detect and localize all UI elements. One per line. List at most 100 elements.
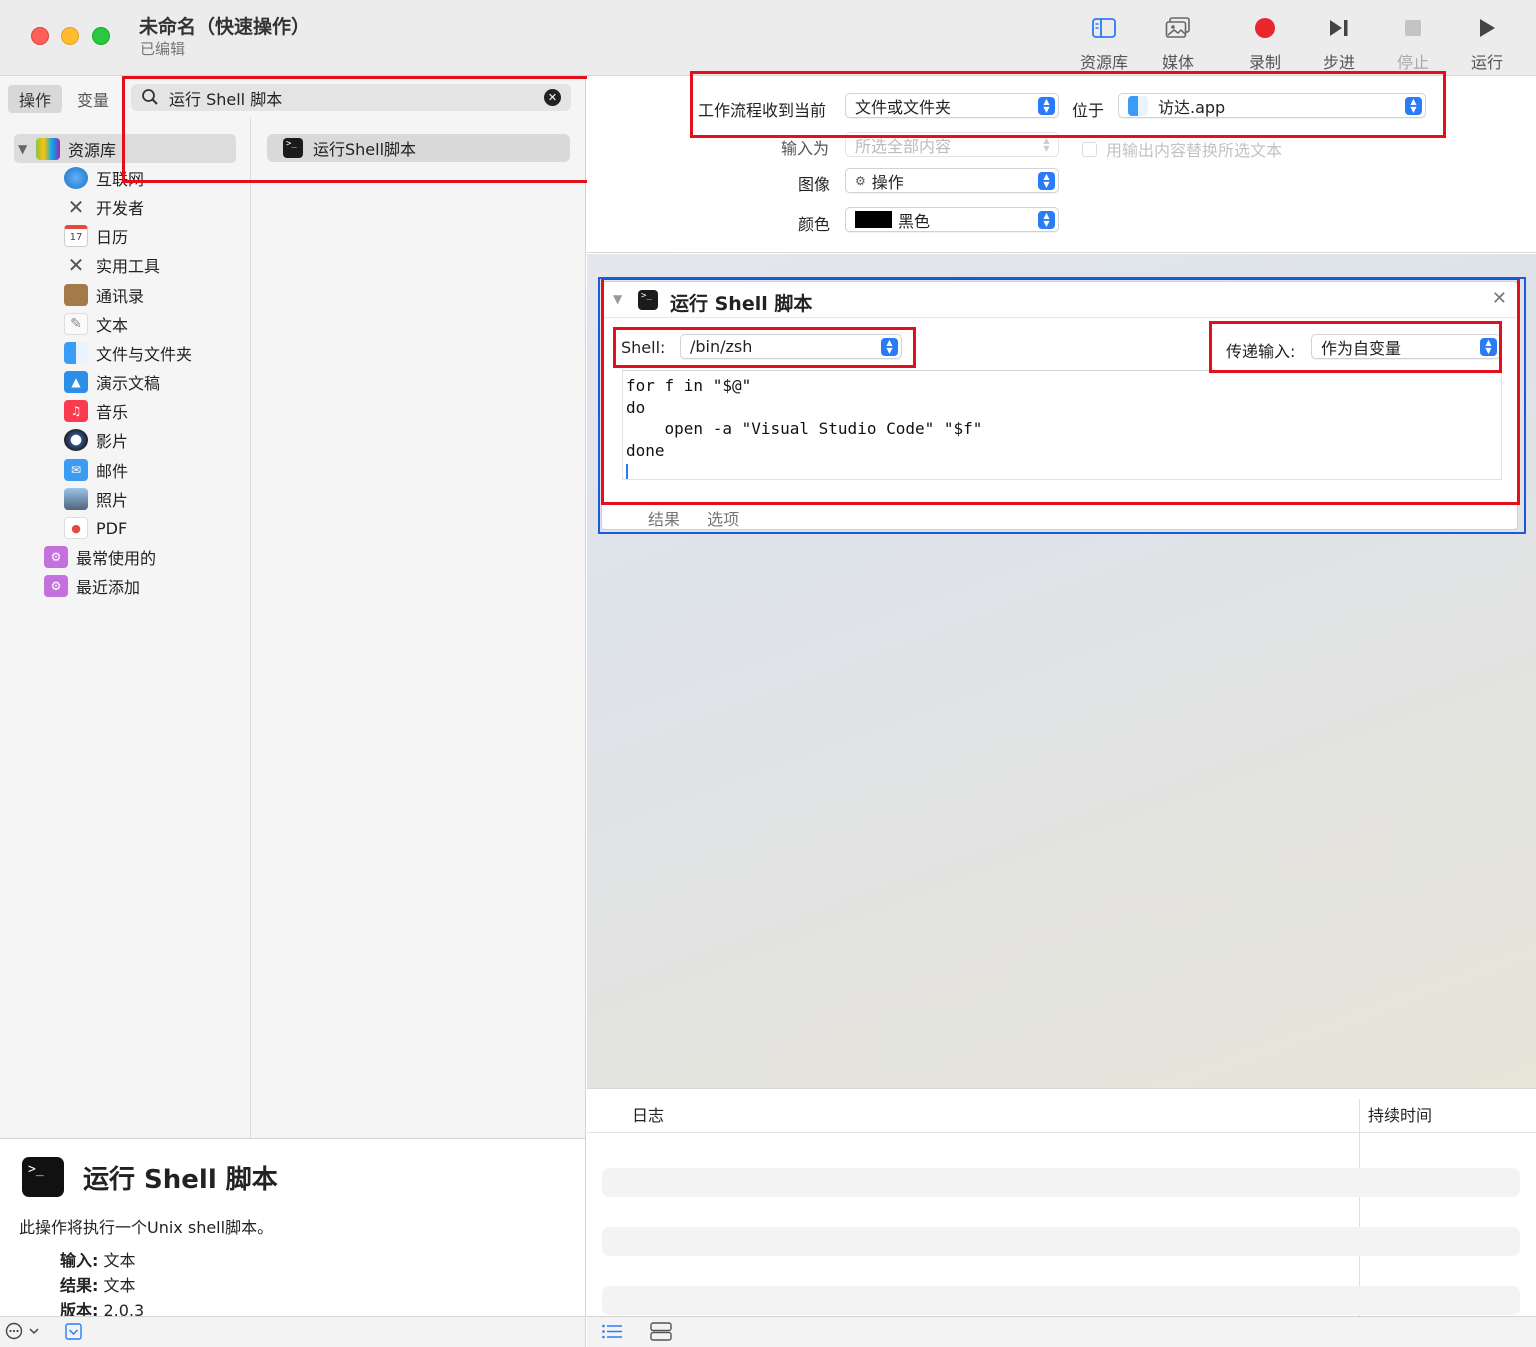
checkbox-box[interactable] [1082, 141, 1097, 157]
description-input-row: 输入: 文本 [60, 1247, 136, 1271]
workflow-settings: 工作流程收到当前 文件或文件夹 ▲ ▼ 位于 访达.app ▲ ▼ 输入为 所选全部… [587, 71, 1536, 253]
popup-arrows-icon: ▲ ▼ [1038, 172, 1055, 190]
popup-arrows-icon: ▲ ▼ [1480, 338, 1497, 356]
title-bar: 未命名（快速操作） 已编辑 资源库 媒体 录制 步进 停止 运行 [0, 0, 1536, 76]
library-item-presentations[interactable]: ▲ 演示文稿 [14, 368, 236, 397]
description-title: 运行 Shell 脚本 [83, 1165, 278, 1195]
library-item-calendar[interactable]: 17 日历 [14, 222, 236, 251]
library-item-label: 音乐 [96, 403, 129, 423]
search-input[interactable] [169, 86, 539, 109]
library-root-label: 资源库 [68, 140, 117, 160]
library-item-label: 文件与文件夹 [96, 344, 193, 364]
library-item-mail[interactable]: ✉ 邮件 [14, 455, 236, 484]
library-item-music[interactable]: ♫ 音乐 [14, 397, 236, 426]
clear-search-icon[interactable]: ✕ [544, 89, 561, 106]
color-label: 颜色 [798, 215, 831, 234]
library-item-developer[interactable]: ✕ 开发者 [14, 192, 236, 221]
globe-icon [64, 166, 88, 189]
shell-popup[interactable]: /bin/zsh ▲ ▼ [680, 334, 902, 359]
image-popup[interactable]: ⚙ 操作 ▲ ▼ [845, 168, 1059, 193]
photos-app-icon [64, 487, 88, 510]
description-text: 此操作将执行一个Unix shell脚本。 [19, 1218, 274, 1237]
library-item-photos[interactable]: 照片 [14, 484, 236, 513]
color-swatch [855, 211, 892, 228]
popup-arrows-icon: ▲ ▼ [1405, 97, 1422, 115]
library-item-movies[interactable]: 影片 [14, 426, 236, 455]
column-divider[interactable] [250, 118, 251, 1138]
pass-input-popup[interactable]: 作为自变量 ▲ ▼ [1311, 334, 1501, 359]
record-toolbar-button[interactable]: 录制 [1230, 10, 1300, 73]
pass-input-label: 传递输入: [1226, 342, 1296, 361]
window-subtitle: 已编辑 [140, 40, 186, 58]
receives-popup[interactable]: 文件或文件夹 ▲ ▼ [845, 93, 1059, 118]
library-item-files-folders[interactable]: 文件与文件夹 [14, 338, 236, 367]
window-title: 未命名（快速操作） [139, 16, 311, 38]
minimize-window-button[interactable] [61, 27, 79, 45]
sidebar-icon [1069, 10, 1139, 46]
log-header-divider [587, 1132, 1536, 1133]
library-item-utilities[interactable]: ✕ 实用工具 [14, 251, 236, 280]
list-view-icon[interactable] [601, 1323, 623, 1344]
description-result-row: 结果: 文本 [60, 1272, 136, 1296]
tab-options[interactable]: 选项 [707, 510, 739, 529]
zoom-window-button[interactable] [92, 27, 110, 45]
action-item-run-shell-script[interactable]: >_ 运行Shell脚本 [267, 134, 570, 162]
more-options-icon[interactable] [5, 1322, 43, 1344]
chevron-down-icon[interactable]: ▼ [18, 142, 36, 156]
replace-output-checkbox[interactable]: 用输出内容替换所选文本 [1082, 137, 1282, 161]
image-value: 操作 [871, 172, 904, 192]
library-item-contacts[interactable]: 通讯录 [14, 280, 236, 309]
library-item-label: 邮件 [96, 461, 129, 481]
library-item-label: 通讯录 [96, 286, 145, 306]
library-list: ▼ 资源库 互联网 ✕ 开发者 17 日历 ✕ 实用工具 通讯录 ✎ 文本 文件与文件夹… [14, 134, 236, 601]
run-toolbar-button[interactable]: 运行 [1452, 10, 1522, 73]
action-footer-tabs: 结果 选项 [648, 506, 761, 530]
script-editor[interactable]: for f in "$@" do open -a "Visual Studio … [622, 370, 1502, 480]
collapse-chevron-icon[interactable]: ▼ [613, 292, 622, 306]
library-item-internet[interactable]: 互联网 [14, 163, 236, 192]
workflow-canvas[interactable]: ▼ >_ 运行 Shell 脚本 ✕ Shell: /bin/zsh ▲ ▼ 传递… [587, 254, 1536, 1088]
terminal-large-icon: >_ [22, 1157, 64, 1197]
library-item-label: 实用工具 [96, 257, 161, 277]
log-row [602, 1227, 1520, 1256]
pass-input-value: 作为自变量 [1321, 338, 1402, 358]
color-value: 黑色 [898, 211, 931, 231]
library-item-label: 互联网 [96, 169, 145, 189]
mail-icon: ✉ [64, 458, 88, 481]
action-header: ▼ >_ 运行 Shell 脚本 ✕ [602, 282, 1517, 318]
duration-column-header[interactable]: 持续时间 [1368, 1102, 1432, 1126]
tab-actions[interactable]: 操作 [8, 85, 63, 113]
library-item-label: 影片 [96, 432, 129, 452]
stop-toolbar-button[interactable]: 停止 [1378, 10, 1448, 73]
play-icon [1452, 10, 1522, 46]
log-column-header[interactable]: 日志 [632, 1102, 664, 1126]
step-toolbar-button[interactable]: 步进 [1304, 10, 1374, 73]
smart-group-recently-added[interactable]: ⚙ 最近添加 [14, 572, 236, 601]
library-root-item[interactable]: ▼ 资源库 [14, 134, 236, 164]
input-is-popup[interactable]: 所选全部内容 ▲ ▼ [845, 132, 1059, 157]
popup-arrows-icon: ▲ ▼ [1043, 136, 1050, 153]
color-popup[interactable]: 黑色 ▲ ▼ [845, 207, 1059, 232]
smart-group-most-used[interactable]: ⚙ 最常使用的 [14, 543, 236, 572]
close-window-button[interactable] [31, 27, 49, 45]
library-item-label: 照片 [96, 490, 129, 510]
description-toggle-icon[interactable] [65, 1323, 82, 1344]
tab-variables[interactable]: 变量 [66, 85, 120, 113]
result-label: 结果: [60, 1276, 99, 1295]
text-document-icon: ✎ [64, 312, 88, 335]
library-item-pdf[interactable]: ● PDF [14, 513, 236, 542]
replace-output-label: 用输出内容替换所选文本 [1106, 141, 1283, 160]
script-text: for f in "$@" do open -a "Visual Studio … [626, 376, 983, 461]
smart-folder-icon: ⚙ [44, 575, 68, 598]
photos-icon [1143, 10, 1213, 46]
split-view-icon[interactable] [650, 1322, 672, 1345]
remove-action-icon[interactable]: ✕ [1492, 288, 1507, 309]
media-toolbar-button[interactable]: 媒体 [1143, 10, 1213, 73]
action-list: >_ 运行Shell脚本 [267, 134, 570, 162]
receives-label: 工作流程收到当前 [698, 101, 827, 120]
search-field[interactable]: ✕ [131, 84, 571, 111]
application-popup[interactable]: 访达.app ▲ ▼ [1118, 93, 1426, 118]
library-toolbar-button[interactable]: 资源库 [1069, 10, 1139, 73]
tab-results[interactable]: 结果 [648, 510, 680, 529]
library-item-text[interactable]: ✎ 文本 [14, 309, 236, 338]
